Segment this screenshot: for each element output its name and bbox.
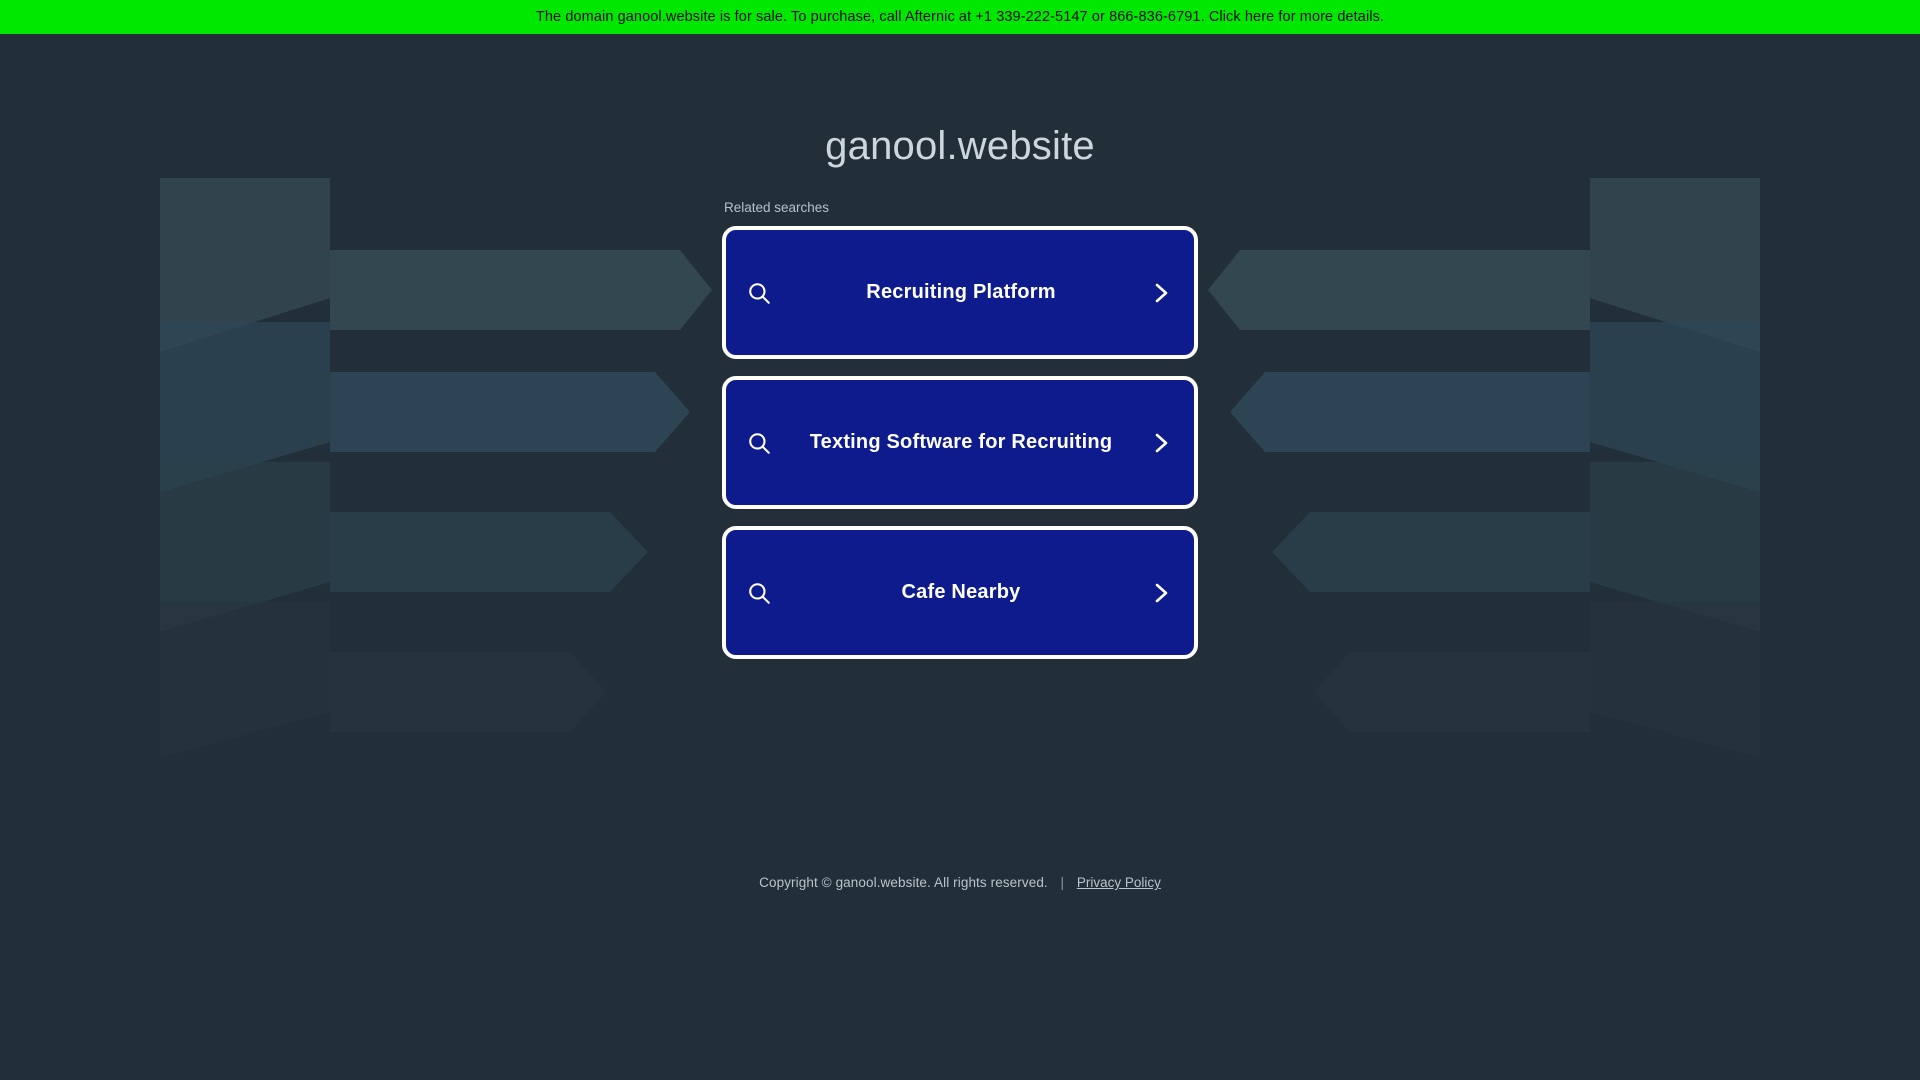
related-search-label-2: Texting Software for Recruiting xyxy=(809,431,1113,453)
related-search-card-2[interactable]: Texting Software for Recruiting xyxy=(722,376,1198,509)
domain-parking-page: The domain ganool.website is for sale. T… xyxy=(0,0,1920,1080)
domain-for-sale-banner[interactable]: The domain ganool.website is for sale. T… xyxy=(0,0,1920,34)
related-search-card-1[interactable]: Recruiting Platform xyxy=(722,226,1198,359)
related-searches-label: Related searches xyxy=(724,200,830,215)
footer-separator: | xyxy=(1060,875,1065,890)
chevron-right-icon xyxy=(1150,279,1172,307)
copyright-text: Copyright © ganool.website. All rights r… xyxy=(759,875,1048,890)
related-searches-section: Related searches Recruiting Platform Tex… xyxy=(722,200,1198,659)
footer: Copyright © ganool.website. All rights r… xyxy=(0,875,1920,890)
sale-banner-text: The domain ganool.website is for sale. T… xyxy=(535,9,1385,25)
search-icon xyxy=(746,280,772,306)
related-search-card-3[interactable]: Cafe Nearby xyxy=(722,526,1198,659)
main-content: ganool.website Related searches Recruiti… xyxy=(0,0,1920,1080)
privacy-policy-link[interactable]: Privacy Policy xyxy=(1077,875,1161,890)
chevron-right-icon xyxy=(1150,429,1172,457)
chevron-right-icon xyxy=(1150,579,1172,607)
search-icon xyxy=(746,580,772,606)
page-title: ganool.website xyxy=(825,124,1095,168)
related-search-label-3: Cafe Nearby xyxy=(901,581,1021,603)
related-search-label-1: Recruiting Platform xyxy=(866,281,1056,303)
search-icon xyxy=(746,430,772,456)
